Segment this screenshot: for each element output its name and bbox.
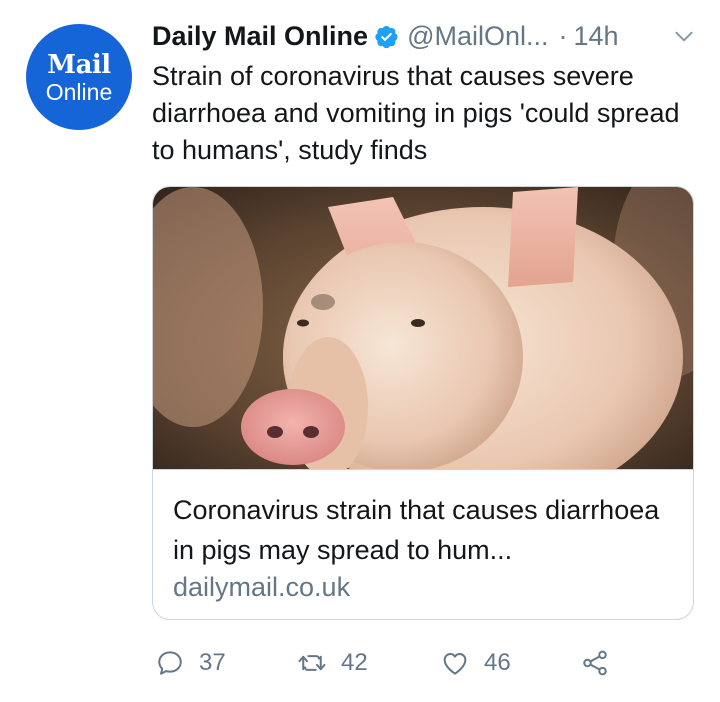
retweet-count: 42 <box>341 649 368 676</box>
tweet-header: Daily Mail Online @MailOnl... · 14h <box>152 16 697 56</box>
chevron-down-icon[interactable] <box>671 23 697 49</box>
like-icon <box>443 653 467 675</box>
separator-dot: · <box>558 20 568 51</box>
retweet-icon <box>298 655 326 671</box>
verified-badge-icon <box>375 25 398 48</box>
tweet-actions: 37 42 46 <box>155 643 625 683</box>
pig-photo-image <box>153 187 693 470</box>
card-title: Coronavirus strain that causes diarrhoea… <box>173 495 660 565</box>
like-button[interactable]: 46 <box>440 643 511 683</box>
reply-count: 37 <box>199 649 226 676</box>
retweet-button[interactable]: 42 <box>297 643 368 683</box>
tweet-text: Strain of coronavirus that causes severe… <box>152 61 680 165</box>
tweet-timestamp[interactable]: 14h <box>574 21 619 52</box>
reply-icon <box>158 651 182 675</box>
share-icon <box>583 650 607 676</box>
card-domain: dailymail.co.uk <box>173 572 351 602</box>
author-name[interactable]: Daily Mail Online <box>152 21 368 52</box>
avatar-logo-online: Online <box>45 79 113 105</box>
link-card[interactable]: Coronavirus strain that causes diarrhoea… <box>152 186 694 620</box>
like-count: 46 <box>484 649 511 676</box>
avatar[interactable]: Mail Online <box>26 24 132 130</box>
avatar-logo-mail: Mail <box>47 50 111 80</box>
reply-button[interactable]: 37 <box>155 643 226 683</box>
author-handle[interactable]: @MailOnl... <box>407 21 548 52</box>
share-button[interactable] <box>580 643 624 683</box>
